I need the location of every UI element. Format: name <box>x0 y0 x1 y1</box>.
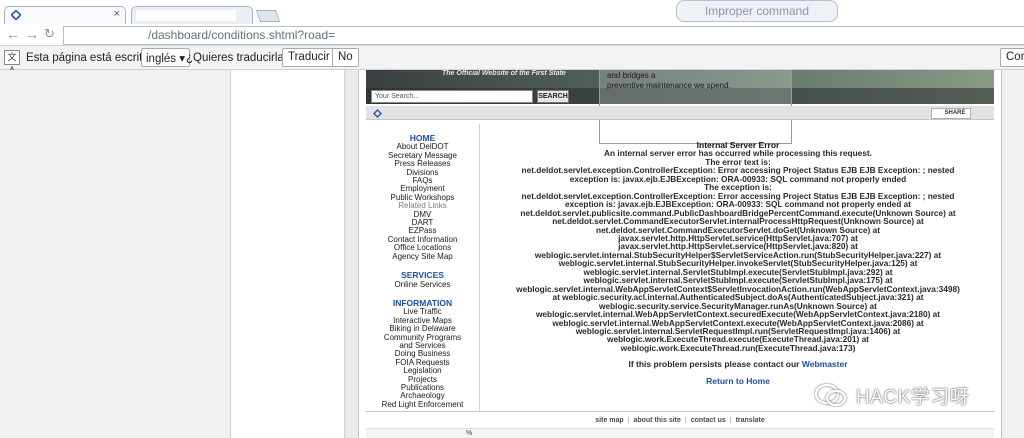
footer-separator: | <box>684 417 687 424</box>
tab-strip: × Improper command <box>0 0 1024 25</box>
site-footer: site map | about this site | contact us | tran… <box>366 411 994 428</box>
error-text-block: net.deldot.servlet.exception.ControllerE… <box>482 166 994 183</box>
translate-icon: 文A <box>4 50 20 75</box>
improper-command-popup: Improper command <box>676 0 838 22</box>
site-tagline: The Official Website of the First State <box>442 70 566 77</box>
tab-close-icon[interactable]: × <box>114 8 120 20</box>
footer-link-about[interactable]: about this site <box>633 417 680 424</box>
tab-title-redacted <box>136 10 236 21</box>
browser-tab-second[interactable] <box>131 6 253 24</box>
nav-information-item[interactable]: Red Light Enforcement <box>366 400 479 409</box>
back-arrow-icon[interactable]: ← <box>6 26 20 42</box>
reload-icon[interactable]: ↻ <box>44 26 55 42</box>
bridge-info-text: and bridges a preventive maintenance we … <box>607 71 787 91</box>
nav-group-information: Live Traffic Interactive Maps Biking in De… <box>366 307 479 409</box>
percent-fragment: % <box>466 430 473 437</box>
address-bar-url: /dashboard/conditions.shtml?road= <box>148 28 336 42</box>
stacktrace-line: weblogic.work.ExecuteThread.run(ExecuteT… <box>620 342 856 353</box>
dropdown-arrow-icon: ▾ <box>179 53 186 65</box>
left-blank-column <box>230 70 344 438</box>
footer-link-contact[interactable]: contact us <box>691 417 726 424</box>
browser-toolbar: ← → ↻ /dashboard/conditions.shtml?road= <box>0 25 1024 46</box>
browser-tab-active[interactable]: × <box>4 6 126 24</box>
error-content: Internal Server Error An internal server… <box>482 124 994 386</box>
footer-link-site-map[interactable]: site map <box>595 417 623 424</box>
webmaster-link[interactable]: Webmaster <box>802 359 848 369</box>
translate-infobar: 文A Esta página está escrita en inglés ▾ … <box>0 46 1024 75</box>
address-bar[interactable]: /dashboard/conditions.shtml?road= <box>63 26 1024 45</box>
watermark: HACK学习呀 <box>812 377 1012 413</box>
watermark-text: HACK学习呀 <box>856 387 970 408</box>
nav-group-home: About DelDOT Secretary Message Press Relea… <box>366 142 479 261</box>
exception-stacktrace: net.deldot.servlet.exception.ControllerE… <box>482 191 994 353</box>
translate-button[interactable]: Traducir <box>282 48 336 67</box>
forward-arrow-icon[interactable]: → <box>25 26 39 42</box>
left-gutter <box>344 70 358 438</box>
persist-text: If this problem persists please contact … <box>628 359 802 370</box>
translate-question: ¿Quieres traducirla? <box>186 52 291 64</box>
nav-home-item[interactable]: Agency Site Map <box>366 252 479 261</box>
nav-heading-home[interactable]: HOME <box>366 134 479 143</box>
new-tab-button[interactable] <box>255 10 281 22</box>
site-left-nav: HOME About DelDOT Secretary Message Press … <box>366 124 480 411</box>
nav-services-item[interactable]: Online Services <box>366 280 479 289</box>
wechat-logo-icon <box>814 383 847 407</box>
bridge-info-line: preventive maintenance we spend. <box>607 81 731 90</box>
language-select-value: inglés <box>146 53 177 65</box>
no-translate-button[interactable]: No <box>332 48 359 67</box>
translate-options-button[interactable]: Conf <box>1000 48 1024 67</box>
nav-group-services: Online Services <box>366 280 479 289</box>
nav-heading-information[interactable]: INFORMATION <box>366 298 479 307</box>
nav-heading-services[interactable]: SERVICES <box>366 271 479 280</box>
bridge-info-line: and bridges a <box>607 71 656 80</box>
footer-separator: | <box>627 417 630 424</box>
language-select[interactable]: inglés ▾ <box>141 48 191 67</box>
deldot-favicon-icon <box>10 9 22 21</box>
site-search-input[interactable]: Your Search... <box>371 90 533 103</box>
footer-bottom-strip <box>366 428 994 438</box>
share-button[interactable]: SHARE <box>931 108 971 119</box>
footer-separator: | <box>729 417 732 424</box>
footer-link-translate[interactable]: translate <box>736 417 765 424</box>
persist-message: If this problem persists please contact … <box>482 359 994 370</box>
site-search-button[interactable]: SEARCH <box>537 90 569 103</box>
site-toolbar <box>366 106 994 120</box>
